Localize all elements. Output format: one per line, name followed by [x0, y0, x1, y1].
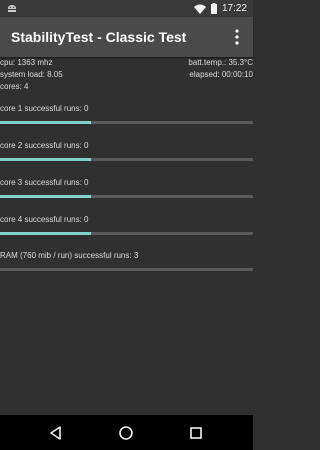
elapsed-time: elapsed: 00:00:10: [189, 70, 253, 79]
system-load: system load: 8.05: [0, 70, 63, 79]
core-2-progress-fill: [0, 158, 92, 161]
core-4-progress-fill: [0, 232, 92, 235]
app-title: StabilityTest - Classic Test: [11, 29, 187, 45]
core-4-label: core 4 successful runs: 0: [0, 215, 89, 224]
core-2-progress-bar: [0, 158, 253, 161]
cores-count: cores: 4: [0, 82, 29, 91]
cpu-frequency: cpu: 1363 mhz: [0, 58, 53, 67]
test-content: cpu: 1363 mhz batt.temp.: 35.3°C system …: [0, 57, 253, 415]
back-icon[interactable]: [46, 423, 66, 443]
app-bar: StabilityTest - Classic Test: [0, 17, 253, 57]
status-bar: 17:22: [0, 0, 253, 17]
core-2-label: core 2 successful runs: 0: [0, 141, 89, 150]
core-3-progress-fill: [0, 195, 92, 198]
core-4-progress-bar: [0, 232, 253, 235]
recents-icon[interactable]: [186, 423, 206, 443]
android-debug-icon: [8, 5, 16, 12]
navigation-bar: [0, 415, 253, 450]
core-3-progress-bar: [0, 195, 253, 198]
core-1-label: core 1 successful runs: 0: [0, 104, 89, 113]
battery-icon: [210, 3, 217, 14]
clock: 17:22: [221, 3, 247, 14]
info-row-1: cpu: 1363 mhz batt.temp.: 35.3°C: [0, 58, 253, 70]
core-1-progress-bar: [0, 121, 253, 124]
info-row-2: system load: 8.05 elapsed: 00:00:10: [0, 70, 253, 82]
info-row-3: cores: 4: [0, 82, 253, 94]
core-3-label: core 3 successful runs: 0: [0, 178, 89, 187]
ram-progress-bar: [0, 268, 253, 271]
wifi-icon: [193, 4, 206, 14]
overflow-menu-icon[interactable]: [231, 27, 243, 47]
ram-test-label: RAM (760 mib / run) successful runs: 3: [0, 251, 139, 260]
core-1-progress-fill: [0, 121, 92, 124]
battery-temperature: batt.temp.: 35.3°C: [188, 58, 253, 67]
home-icon[interactable]: [116, 423, 136, 443]
